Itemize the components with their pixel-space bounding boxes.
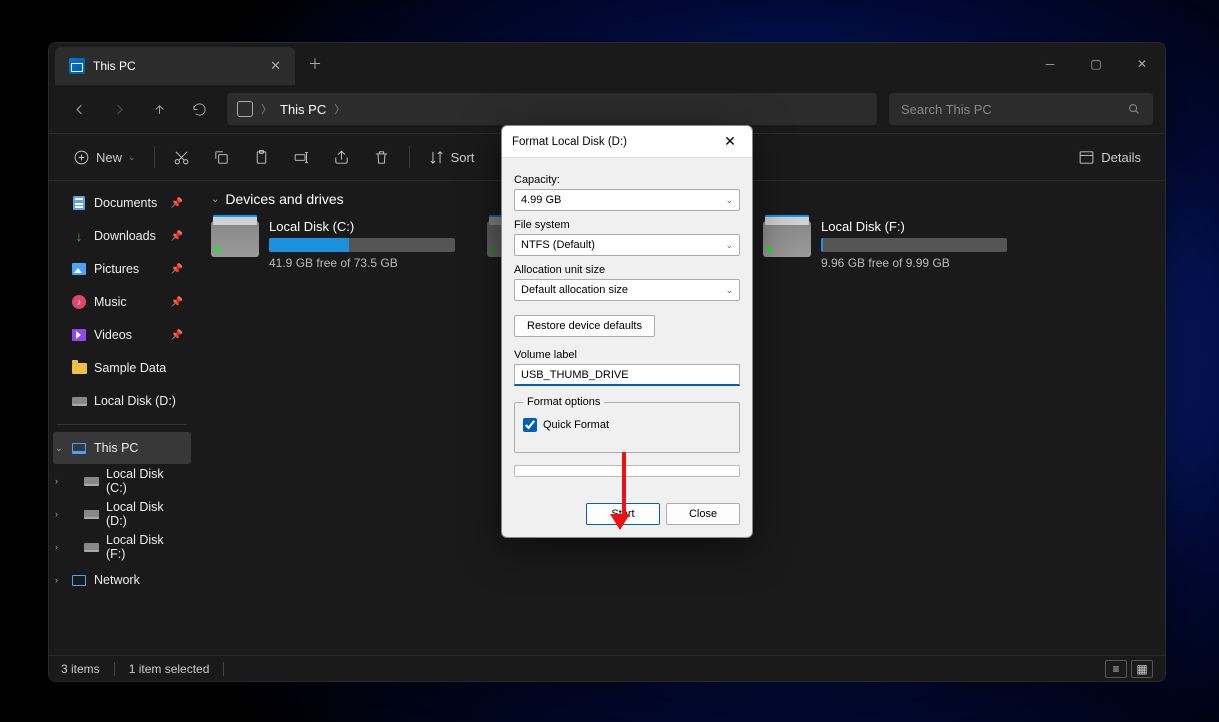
drive-icon	[211, 221, 259, 257]
chevron-right-icon: ›	[55, 476, 58, 486]
sidebar-item-sample-data[interactable]: Sample Data	[53, 352, 191, 384]
status-bar: 3 items 1 item selected ≡ ▦	[49, 655, 1165, 681]
tab-this-pc[interactable]: This PC ✕	[55, 47, 295, 85]
forward-button[interactable]	[101, 93, 137, 125]
chevron-right-icon: 〉	[261, 101, 272, 117]
sidebar-item-downloads[interactable]: ↓Downloads📌	[53, 220, 191, 252]
chevron-down-icon: ⌄	[725, 285, 733, 296]
location-icon	[237, 101, 253, 117]
close-icon[interactable]: ✕	[718, 133, 742, 150]
capacity-bar	[269, 238, 455, 252]
sort-button[interactable]: Sort	[418, 140, 485, 174]
close-button[interactable]: Close	[666, 503, 740, 525]
tab-title: This PC	[93, 59, 262, 73]
start-button[interactable]: Start	[586, 503, 660, 525]
pin-icon: 📌	[171, 198, 183, 209]
format-dialog: Format Local Disk (D:) ✕ Capacity: 4.99 …	[501, 125, 753, 538]
sidebar-item-this-pc[interactable]: ⌄This PC	[53, 432, 191, 464]
dialog-title: Format Local Disk (D:)	[512, 136, 627, 148]
drive-item-c[interactable]: Local Disk (C:) 41.9 GB free of 73.5 GB	[211, 219, 455, 270]
volume-label-input[interactable]	[514, 364, 740, 386]
capacity-bar	[821, 238, 1007, 252]
back-button[interactable]	[61, 93, 97, 125]
window-controls: ─ ▢ ✕	[1027, 43, 1165, 85]
capacity-select[interactable]: 4.99 GB⌄	[514, 189, 740, 211]
progress-bar	[514, 465, 740, 477]
details-button[interactable]: Details	[1068, 140, 1151, 174]
volume-label-label: Volume label	[514, 349, 740, 361]
minimize-button[interactable]: ─	[1027, 43, 1073, 85]
chevron-down-icon: ⌄	[725, 195, 733, 206]
dialog-title-bar[interactable]: Format Local Disk (D:) ✕	[502, 126, 752, 158]
copy-button[interactable]	[203, 140, 241, 174]
pin-icon: 📌	[171, 330, 183, 341]
maximize-button[interactable]: ▢	[1073, 43, 1119, 85]
pin-icon: 📌	[171, 297, 183, 308]
sidebar-drive-f[interactable]: ›Local Disk (F:)	[53, 531, 191, 563]
sidebar-item-videos[interactable]: Videos📌	[53, 319, 191, 351]
item-count: 3 items	[61, 662, 100, 676]
paste-button[interactable]	[243, 140, 281, 174]
title-bar: This PC ✕ ＋ ─ ▢ ✕	[49, 43, 1165, 85]
rename-button[interactable]	[283, 140, 321, 174]
format-options-group: Format options Quick Format	[514, 396, 740, 453]
restore-defaults-button[interactable]: Restore device defaults	[514, 315, 655, 337]
sidebar-drive-d[interactable]: ›Local Disk (D:)	[53, 498, 191, 530]
details-view-button[interactable]: ≡	[1105, 660, 1127, 678]
chevron-right-icon: ›	[55, 509, 58, 519]
pin-icon: 📌	[171, 264, 183, 275]
filesystem-select[interactable]: NTFS (Default)⌄	[514, 234, 740, 256]
address-bar[interactable]: 〉 This PC 〉	[227, 93, 877, 125]
sidebar-item-pictures[interactable]: Pictures📌	[53, 253, 191, 285]
filesystem-label: File system	[514, 219, 740, 231]
chevron-down-icon: ⌄	[128, 152, 136, 163]
chevron-down-icon: ⌄	[725, 240, 733, 251]
new-tab-button[interactable]: ＋	[295, 43, 335, 85]
chevron-right-icon: ›	[55, 542, 58, 552]
chevron-down-icon: ⌄	[55, 443, 63, 454]
pin-icon: 📌	[171, 231, 183, 242]
selection-count: 1 item selected	[129, 662, 210, 676]
close-window-button[interactable]: ✕	[1119, 43, 1165, 85]
share-button[interactable]	[323, 140, 361, 174]
drive-item-f[interactable]: Local Disk (F:) 9.96 GB free of 9.99 GB	[763, 219, 1007, 270]
chevron-down-icon: ⌄	[211, 194, 219, 205]
close-tab-icon[interactable]: ✕	[270, 58, 281, 74]
sidebar: Documents📌 ↓Downloads📌 Pictures📌 ♪Music📌…	[49, 181, 195, 655]
quick-format-checkbox[interactable]: Quick Format	[523, 418, 731, 432]
sidebar-item-network[interactable]: ›Network	[53, 564, 191, 596]
up-button[interactable]	[141, 93, 177, 125]
sidebar-drive-c[interactable]: ›Local Disk (C:)	[53, 465, 191, 497]
search-placeholder: Search This PC	[901, 102, 992, 117]
tiles-view-button[interactable]: ▦	[1131, 660, 1153, 678]
pc-icon	[69, 58, 85, 74]
capacity-label: Capacity:	[514, 174, 740, 186]
search-input[interactable]: Search This PC	[889, 93, 1153, 125]
drive-icon	[763, 221, 811, 257]
cut-button[interactable]	[163, 140, 201, 174]
refresh-button[interactable]	[181, 93, 217, 125]
chevron-right-icon: ›	[55, 575, 58, 585]
breadcrumb[interactable]: This PC	[280, 102, 326, 117]
sidebar-item-local-disk-d[interactable]: Local Disk (D:)	[53, 385, 191, 417]
alloc-label: Allocation unit size	[514, 264, 740, 276]
sidebar-item-music[interactable]: ♪Music📌	[53, 286, 191, 318]
new-button[interactable]: New ⌄	[63, 140, 146, 174]
alloc-select[interactable]: Default allocation size⌄	[514, 279, 740, 301]
sidebar-item-documents[interactable]: Documents📌	[53, 187, 191, 219]
chevron-right-icon: 〉	[334, 101, 345, 117]
search-icon	[1127, 102, 1141, 116]
delete-button[interactable]	[363, 140, 401, 174]
